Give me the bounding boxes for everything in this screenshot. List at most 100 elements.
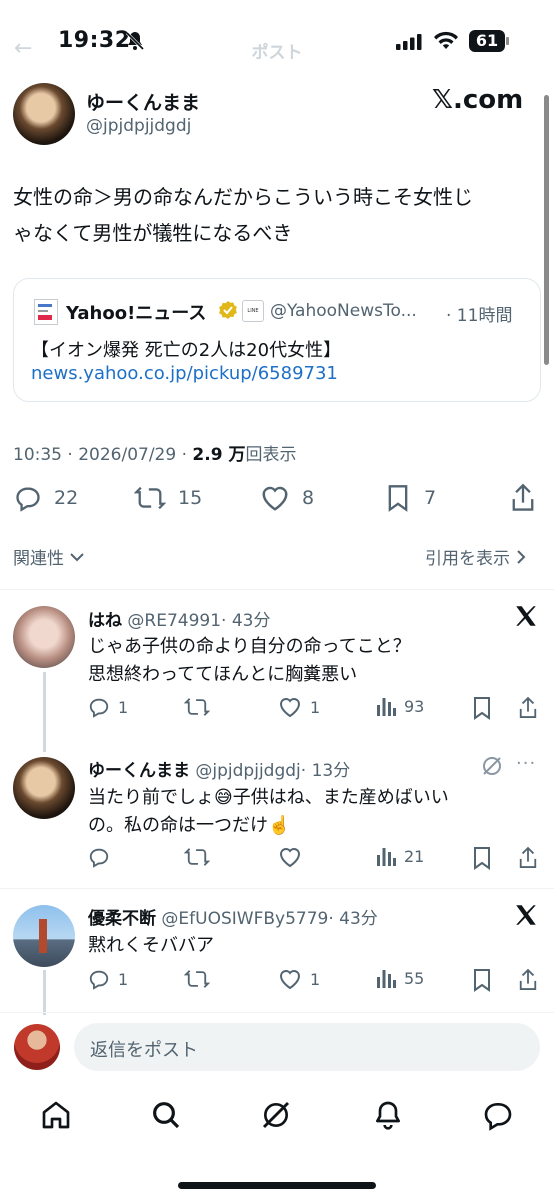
view-quotes-link[interactable]: 引用を表示: [425, 544, 526, 569]
heart-icon: [279, 848, 301, 868]
tab-notifications[interactable]: [372, 1099, 404, 1135]
reply-avatar[interactable]: [13, 905, 75, 967]
reply-icon: [89, 698, 109, 718]
reply-header: はね @RE74991· 43分: [88, 606, 271, 631]
repost-button[interactable]: 15: [134, 484, 202, 512]
view-count: 93: [404, 696, 425, 716]
reply-composer-placeholder: 返信をポスト: [90, 1040, 198, 1061]
author-avatar[interactable]: [13, 83, 75, 145]
reply-header: ゆーくんまま @jpjdpjjdgdj· 13分: [88, 756, 350, 781]
scrollbar[interactable]: [544, 95, 549, 365]
bookmark-icon: [388, 485, 408, 512]
view-count: 21: [404, 846, 425, 866]
post-timestamp: 10:35 · 2026/07/29 ·: [13, 445, 193, 465]
home-icon: [42, 1101, 70, 1129]
divider: [0, 1012, 554, 1013]
views-button[interactable]: 93: [376, 696, 424, 716]
reply-author-name[interactable]: 優柔不断: [88, 909, 156, 929]
repost-button[interactable]: [183, 968, 211, 994]
share-icon: [512, 483, 534, 511]
view-quotes-label: 引用を表示: [425, 549, 510, 569]
author-name[interactable]: ゆーくんまま: [86, 88, 200, 115]
like-button[interactable]: 1: [278, 696, 320, 718]
tab-home[interactable]: [40, 1099, 72, 1135]
reply-count: 1: [118, 969, 129, 989]
like-count: 1: [310, 969, 321, 989]
share-button[interactable]: [518, 967, 538, 997]
repost-button[interactable]: [183, 846, 211, 872]
reply-actions: 1 1 93: [88, 696, 543, 722]
quote-text: 【イオン爆発 死亡の2人は20代女性】: [31, 340, 342, 361]
repost-icon: [183, 970, 211, 988]
heart-icon: [279, 970, 301, 990]
like-count: 1: [310, 697, 321, 717]
reply-text-line-1: じゃあ子供の命より自分の命ってこと？: [88, 636, 411, 657]
reply-icon: [89, 848, 109, 868]
post-meta: 10:35 · 2026/07/29 · 2.9 万回表示: [13, 440, 296, 465]
author-handle[interactable]: @jpjdpjjdgdj: [86, 116, 191, 136]
reply-avatar[interactable]: [13, 757, 75, 819]
like-button[interactable]: 8: [260, 484, 314, 512]
reply-author-handle[interactable]: @EfUOSIWFBy5779: [161, 909, 328, 929]
reply-actions: 1 1 55: [88, 968, 543, 994]
like-count: 8: [302, 487, 315, 509]
share-button[interactable]: [510, 483, 536, 517]
share-icon: [519, 968, 537, 990]
reply-count: 22: [54, 487, 79, 509]
thread-connector: [43, 970, 46, 1015]
tab-grok[interactable]: [260, 1099, 292, 1135]
more-options-icon[interactable]: ···: [516, 753, 536, 774]
reply-text-line-1: 黙れくそババア: [88, 935, 214, 956]
divider: [0, 888, 554, 889]
battery-level: 61: [475, 31, 499, 50]
bookmark-button[interactable]: 7: [386, 484, 436, 512]
view-count: 2.9 万: [192, 445, 246, 465]
reply-author-handle[interactable]: @jpjdpjjdgdj: [195, 761, 300, 781]
reply-button[interactable]: 22: [14, 484, 78, 512]
verified-badge-icon: [218, 300, 238, 324]
post-text-line-1: 女性の命＞男の命なんだからこういう時こそ女性じ: [13, 185, 473, 209]
share-button[interactable]: [518, 845, 538, 875]
quoted-post-card[interactable]: Yahoo!ニュース LINE @YahooNewsTo... · 11時間 【…: [13, 278, 541, 402]
analytics-icon: [377, 848, 396, 866]
bookmark-count: 7: [424, 487, 437, 509]
chevron-down-icon: [70, 552, 84, 561]
tab-messages[interactable]: [482, 1099, 514, 1135]
like-button[interactable]: [278, 846, 302, 872]
repost-button[interactable]: [184, 696, 218, 718]
sort-dropdown[interactable]: 関連性: [13, 544, 84, 569]
bookmark-button[interactable]: [472, 968, 492, 996]
reply-button[interactable]: [88, 846, 110, 872]
bookmark-button[interactable]: [472, 846, 492, 874]
reply-time: · 43分: [328, 909, 378, 929]
reply-author-name[interactable]: はね: [88, 611, 122, 631]
quote-link[interactable]: news.yahoo.co.jp/pickup/6589731: [31, 363, 338, 384]
reply-actions: 21: [88, 846, 543, 872]
my-avatar[interactable]: [14, 1024, 60, 1070]
bell-icon: [376, 1101, 400, 1130]
reply-author-name[interactable]: ゆーくんまま: [88, 761, 190, 781]
repost-count: 15: [178, 487, 203, 509]
quote-author-name: Yahoo!ニュース: [66, 303, 207, 324]
tab-search[interactable]: [150, 1099, 182, 1135]
views-button[interactable]: 21: [376, 846, 424, 866]
x-logo-icon: [513, 902, 539, 932]
thread-connector: [43, 672, 46, 752]
reply-author-handle[interactable]: @RE74991: [127, 611, 221, 631]
repost-icon: [183, 848, 211, 866]
share-button[interactable]: [518, 695, 538, 725]
reply-time: · 43分: [221, 611, 271, 631]
share-icon: [519, 846, 537, 868]
grok-icon[interactable]: [481, 755, 503, 781]
reply-composer[interactable]: 返信をポスト: [74, 1023, 540, 1071]
home-indicator: [178, 1182, 376, 1189]
like-button[interactable]: 1: [278, 968, 320, 990]
reply-time: · 13分: [300, 761, 351, 781]
grok-icon: [262, 1101, 290, 1129]
views-button[interactable]: 55: [376, 968, 424, 988]
reply-avatar[interactable]: [13, 606, 75, 668]
yahoo-news-avatar-icon: [34, 299, 58, 325]
reply-button[interactable]: 1: [88, 696, 128, 718]
bookmark-button[interactable]: [472, 696, 492, 724]
reply-button[interactable]: 1: [88, 968, 128, 990]
